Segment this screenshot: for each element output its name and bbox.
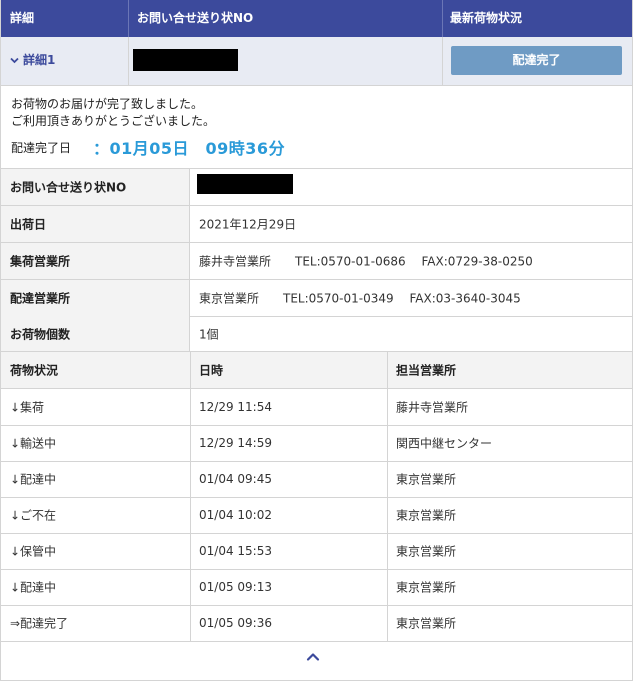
info-row-ship-date: 出荷日 2021年12月29日: [1, 206, 632, 243]
chevron-down-icon: [10, 54, 19, 67]
header-divider: [128, 0, 129, 37]
message-line-1: お荷物のお届けが完了致しました。: [11, 97, 204, 111]
completed-date-value: ：01月05日 09時36分: [93, 139, 286, 158]
completion-message: お荷物のお届けが完了致しました。 ご利用頂きありがとうございました。: [11, 96, 215, 130]
pickup-office-value: 藤井寺営業所 TEL:0570-01-0686 FAX:0729-38-0250: [199, 254, 533, 269]
header-latest-status: 最新荷物状況: [450, 11, 523, 25]
history-row: ⇒配達完了 01/05 09:36 東京営業所: [1, 605, 632, 642]
pieces-label: お荷物個数: [10, 327, 71, 341]
history-header-status: 荷物状況: [10, 363, 59, 378]
summary-divider: [128, 37, 129, 85]
panel-footer: [1, 641, 632, 680]
history-row: ↓配達中 01/05 09:13 東京営業所: [1, 569, 632, 606]
history-status: ↓集荷: [10, 400, 45, 415]
info-row-tracking: お問い合せ送り状NO: [1, 169, 632, 206]
chevron-up-icon[interactable]: [306, 650, 320, 664]
history-datetime: 01/04 09:45: [199, 472, 272, 486]
history-office: 東京営業所: [396, 472, 457, 487]
header-detail: 詳細: [10, 11, 35, 25]
history-status: ↓配達中: [10, 472, 57, 487]
history-office: 東京営業所: [396, 508, 457, 523]
history-office: 東京営業所: [396, 616, 457, 631]
history-header-row: 荷物状況 日時 担当営業所: [1, 352, 632, 389]
tracking-label: お問い合せ送り状NO: [10, 180, 127, 195]
info-row-delivery-office: 配達営業所 東京営業所 TEL:0570-01-0349 FAX:03-3640…: [1, 280, 632, 317]
ship-date-label: 出荷日: [10, 217, 47, 232]
history-row: ↓集荷 12/29 11:54 藤井寺営業所: [1, 389, 632, 426]
delivery-office-value: 東京営業所 TEL:0570-01-0349 FAX:03-3640-3045: [199, 291, 521, 306]
history-datetime: 01/05 09:13: [199, 580, 272, 594]
history-status: ⇒配達完了: [10, 616, 69, 631]
completed-date-label: 配達完了日: [11, 141, 72, 155]
history-row: ↓保管中 01/04 15:53 東京営業所: [1, 533, 632, 570]
history-status: ↓保管中: [10, 544, 57, 559]
history-datetime: 01/04 10:02: [199, 508, 272, 522]
header-divider: [442, 0, 443, 37]
detail-toggle-link[interactable]: 詳細1: [10, 51, 55, 68]
header-tracking-no: お問い合せ送り状NO: [137, 11, 254, 25]
history-status: ↓ご不在: [10, 508, 57, 523]
delivery-office-label: 配達営業所: [10, 291, 71, 306]
ship-date-value: 2021年12月29日: [199, 217, 297, 232]
summary-divider: [442, 37, 443, 85]
history-office: 関西中継センター: [396, 436, 493, 451]
history-row: ↓輸送中 12/29 14:59 関西中継センター: [1, 425, 632, 462]
history-row: ↓ご不在 01/04 10:02 東京営業所: [1, 497, 632, 534]
redacted-tracking-number: [197, 174, 293, 194]
message-line-2: ご利用頂きありがとうございました。: [11, 114, 216, 128]
history-status: ↓輸送中: [10, 436, 57, 451]
history-status: ↓配達中: [10, 580, 57, 595]
summary-row: 詳細1 配達完了: [1, 37, 632, 86]
pickup-office-label: 集荷営業所: [10, 254, 71, 269]
info-row-pickup-office: 集荷営業所 藤井寺営業所 TEL:0570-01-0686 FAX:0729-3…: [1, 243, 632, 280]
history-office: 藤井寺営業所: [396, 400, 469, 415]
history-datetime: 12/29 11:54: [199, 400, 272, 414]
redacted-tracking-number: [133, 49, 238, 71]
history-datetime: 12/29 14:59: [199, 436, 272, 450]
history-header-datetime: 日時: [199, 363, 224, 378]
history-office: 東京営業所: [396, 580, 457, 595]
history-datetime: 01/04 15:53: [199, 544, 272, 558]
history-office: 東京営業所: [396, 544, 457, 559]
pieces-value: 1個: [199, 327, 219, 341]
info-row-pieces: お荷物個数 1個: [1, 316, 632, 352]
history-header-office: 担当営業所: [396, 363, 457, 378]
results-header: 詳細 お問い合せ送り状NO 最新荷物状況: [1, 0, 632, 37]
history-datetime: 01/05 09:36: [199, 616, 272, 630]
status-button[interactable]: 配達完了: [451, 46, 622, 75]
tracking-result-panel: 詳細 お問い合せ送り状NO 最新荷物状況 詳細1 配達完了 お荷物のお届けが完了…: [0, 0, 633, 681]
history-row: ↓配達中 01/04 09:45 東京営業所: [1, 461, 632, 498]
detail-toggle-label: 詳細1: [23, 53, 56, 67]
